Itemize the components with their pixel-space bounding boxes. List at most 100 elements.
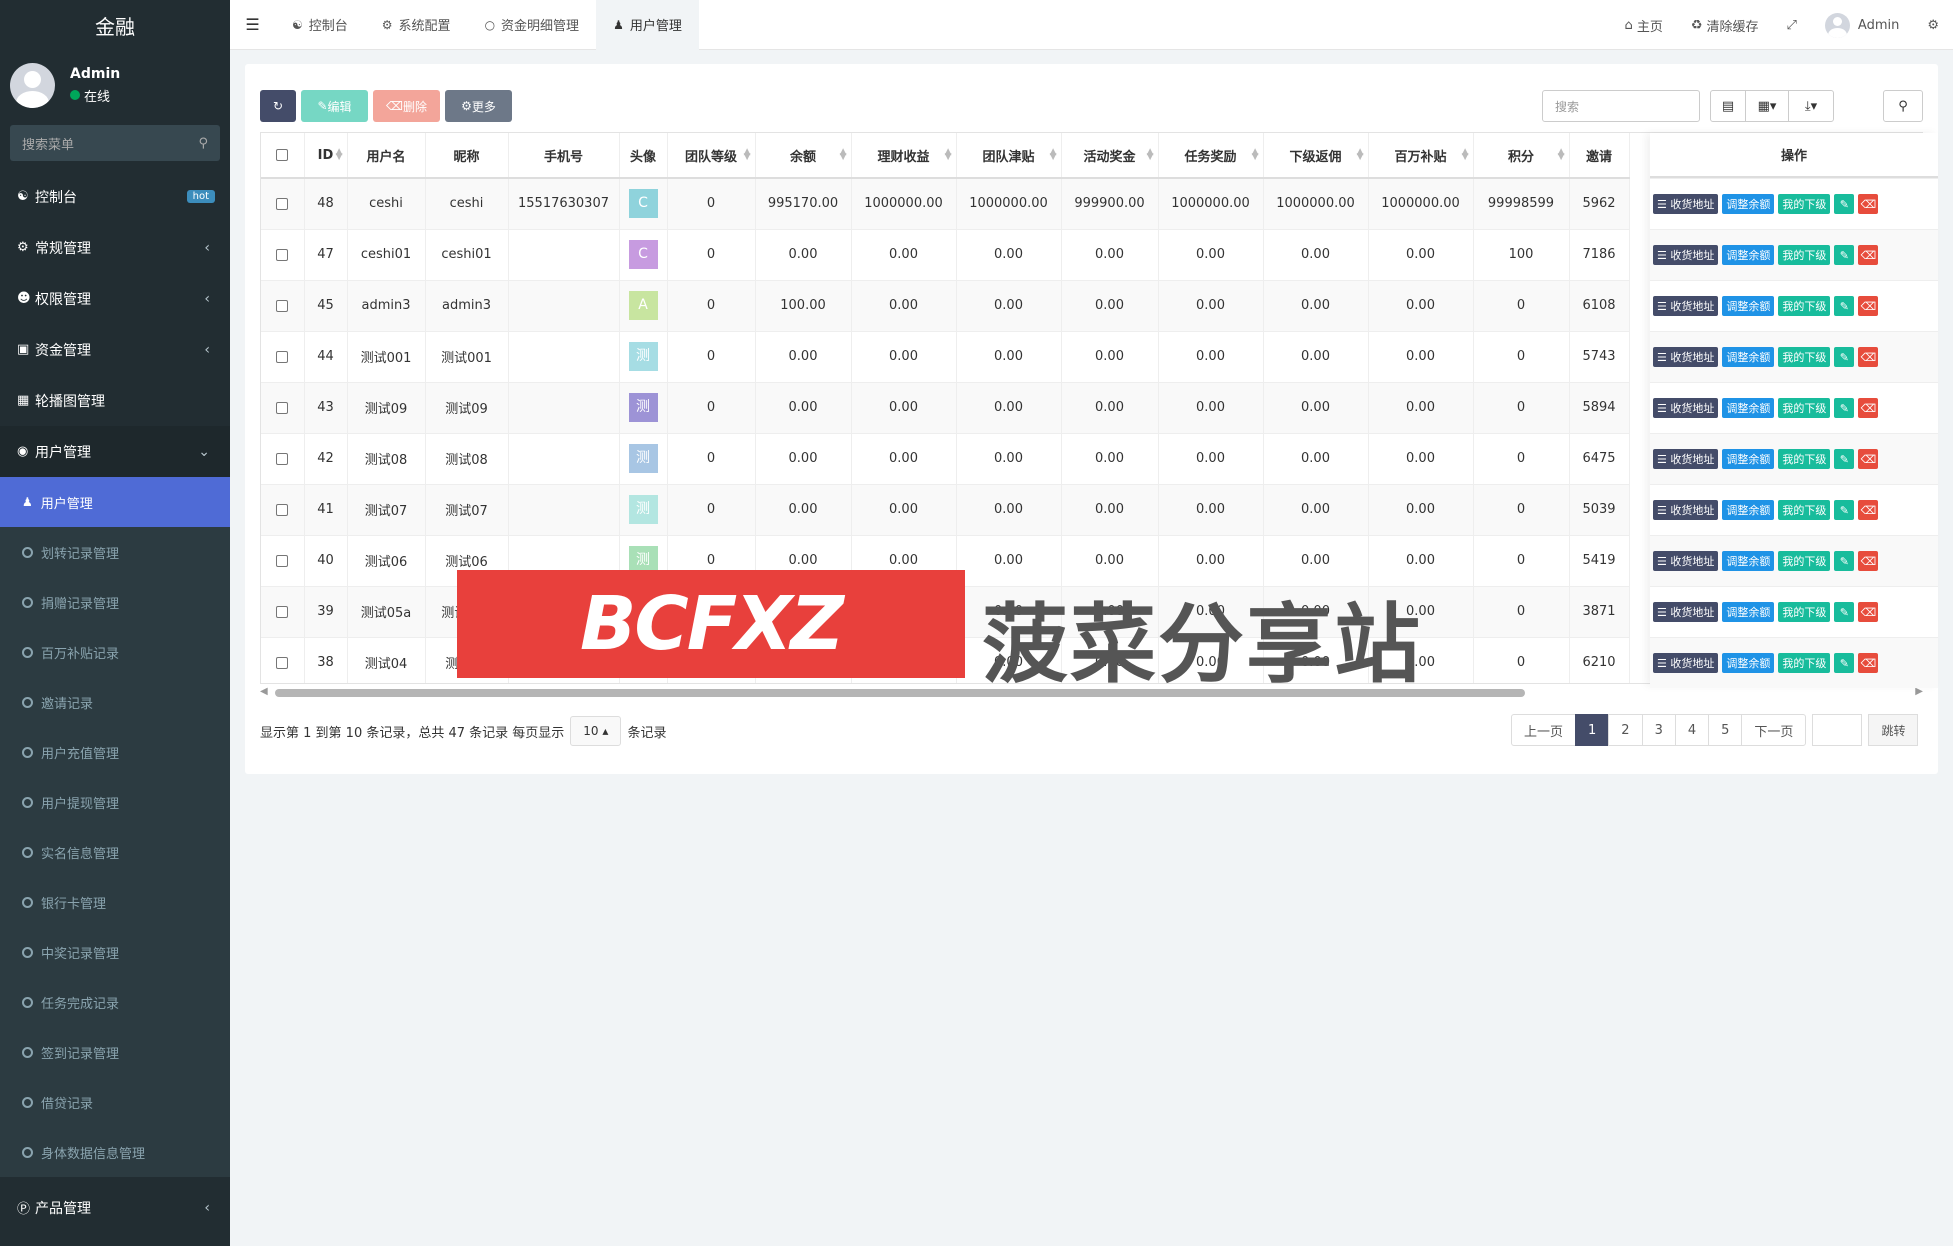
prev-page-button[interactable]: 上一页 [1511, 714, 1577, 746]
edit-pencil-icon[interactable]: ✎ [1834, 500, 1855, 520]
submenu-item-user-manage[interactable]: ♟ 用户管理 [0, 477, 230, 527]
clear-cache-button[interactable]: ♻ 清除缓存 [1677, 16, 1773, 35]
address-button[interactable]: ☰ 收货地址 [1653, 296, 1719, 316]
submenu-item-prize[interactable]: 中奖记录管理 [0, 927, 230, 977]
adjust-balance-button[interactable]: 调整余额 [1722, 602, 1775, 622]
submenu-item-invite[interactable]: 邀请记录 [0, 677, 230, 727]
row-checkbox-cell[interactable] [261, 177, 305, 229]
menu-search-input[interactable]: 搜索菜单 ⚲ [10, 125, 220, 161]
row-checkbox[interactable] [276, 503, 289, 516]
subordinates-button[interactable]: 我的下级 [1778, 449, 1831, 469]
submenu-item-loan[interactable]: 借贷记录 [0, 1077, 230, 1127]
admin-user-menu[interactable]: Admin [1811, 12, 1913, 38]
row-checkbox[interactable] [276, 248, 289, 261]
sort-icon[interactable]: ▲ ▼ [1558, 148, 1565, 162]
page-2-button[interactable]: 2 [1608, 714, 1643, 746]
sort-icon[interactable]: ▲ ▼ [840, 148, 847, 162]
edit-pencil-icon[interactable]: ✎ [1834, 194, 1855, 214]
address-button[interactable]: ☰ 收货地址 [1653, 194, 1719, 214]
edit-pencil-icon[interactable]: ✎ [1834, 653, 1855, 673]
address-button[interactable]: ☰ 收货地址 [1653, 347, 1719, 367]
edit-pencil-icon[interactable]: ✎ [1834, 602, 1855, 622]
sidebar-item-products[interactable]: Ⓟ 产品管理 ‹ [0, 1182, 230, 1233]
sort-icon[interactable]: ▲ ▼ [744, 148, 751, 162]
row-checkbox[interactable] [276, 350, 289, 363]
column-header[interactable]: ID ▲ ▼ [304, 133, 348, 179]
subordinates-button[interactable]: 我的下级 [1778, 602, 1831, 622]
column-header[interactable]: 积分 ▲ ▼ [1473, 133, 1570, 179]
edit-pencil-icon[interactable]: ✎ [1834, 296, 1855, 316]
select-all-checkbox[interactable] [276, 149, 289, 161]
address-button[interactable]: ☰ 收货地址 [1653, 449, 1719, 469]
subordinates-button[interactable]: 我的下级 [1778, 653, 1831, 673]
sidebar-item-general[interactable]: ⚙ 常规管理 ‹ [0, 222, 230, 273]
sort-icon[interactable]: ▲ ▼ [336, 148, 343, 162]
delete-trash-icon[interactable]: ⌫ [1858, 245, 1879, 265]
row-checkbox-cell[interactable] [261, 432, 305, 484]
adjust-balance-button[interactable]: 调整余额 [1722, 551, 1775, 571]
adjust-balance-button[interactable]: 调整余额 [1722, 653, 1775, 673]
edit-pencil-icon[interactable]: ✎ [1834, 347, 1855, 367]
submenu-item-realname[interactable]: 实名信息管理 [0, 827, 230, 877]
row-checkbox-cell[interactable] [261, 483, 305, 535]
menu-toggle-icon[interactable]: ☰ [230, 15, 275, 34]
adjust-balance-button[interactable]: 调整余额 [1722, 347, 1775, 367]
subordinates-button[interactable]: 我的下级 [1778, 296, 1831, 316]
delete-trash-icon[interactable]: ⌫ [1858, 500, 1879, 520]
delete-trash-icon[interactable]: ⌫ [1858, 296, 1879, 316]
row-avatar[interactable]: 测 [628, 342, 658, 371]
row-checkbox[interactable] [276, 299, 289, 312]
columns-icon[interactable]: ▦▾ [1745, 90, 1789, 122]
column-header[interactable]: 任务奖励 ▲ ▼ [1158, 133, 1264, 179]
edit-pencil-icon[interactable]: ✎ [1834, 551, 1855, 571]
adjust-balance-button[interactable]: 调整余额 [1722, 245, 1775, 265]
edit-pencil-icon[interactable]: ✎ [1834, 449, 1855, 469]
tab-fund-details[interactable]: ○ 资金明细管理 [468, 0, 597, 50]
sidebar-item-banner[interactable]: ▦ 轮播图管理 [0, 375, 230, 426]
table-search-input[interactable]: 搜索 [1542, 90, 1700, 122]
page-1-button[interactable]: 1 [1575, 714, 1610, 746]
more-button[interactable]: ⚙ 更多 [445, 90, 512, 122]
row-checkbox[interactable] [276, 605, 289, 618]
adjust-balance-button[interactable]: 调整余额 [1722, 296, 1775, 316]
submenu-item-bankcard[interactable]: 银行卡管理 [0, 877, 230, 927]
page-5-button[interactable]: 5 [1708, 714, 1743, 746]
delete-trash-icon[interactable]: ⌫ [1858, 653, 1879, 673]
sidebar-item-dashboard[interactable]: ☯ 控制台 hot [0, 171, 230, 222]
row-avatar[interactable]: C [628, 240, 658, 269]
subordinates-button[interactable]: 我的下级 [1778, 398, 1831, 418]
adjust-balance-button[interactable]: 调整余额 [1722, 398, 1775, 418]
submenu-item-subsidy[interactable]: 百万补贴记录 [0, 627, 230, 677]
delete-trash-icon[interactable]: ⌫ [1858, 602, 1879, 622]
sort-icon[interactable]: ▲ ▼ [1050, 148, 1057, 162]
row-checkbox[interactable] [276, 554, 289, 567]
row-checkbox-cell[interactable] [261, 636, 305, 683]
submenu-item-transfer[interactable]: 划转记录管理 [0, 527, 230, 577]
row-avatar[interactable]: 测 [628, 393, 658, 422]
tab-system-config[interactable]: ⚙ 系统配置 [365, 0, 468, 50]
row-checkbox[interactable] [276, 656, 289, 669]
column-header[interactable]: 理财收益 ▲ ▼ [851, 133, 957, 179]
sort-icon[interactable]: ▲ ▼ [1462, 148, 1469, 162]
search-icon[interactable]: ⚲ [1883, 90, 1923, 122]
fullscreen-icon[interactable]: ⤢ [1773, 18, 1811, 33]
row-checkbox-cell[interactable] [261, 279, 305, 331]
edit-pencil-icon[interactable]: ✎ [1834, 398, 1855, 418]
address-button[interactable]: ☰ 收货地址 [1653, 500, 1719, 520]
page-size-select[interactable]: 10 ▴ [570, 716, 622, 746]
home-link[interactable]: ⌂ 主页 [1611, 16, 1677, 35]
column-header[interactable]: 团队津贴 ▲ ▼ [956, 133, 1062, 179]
subordinates-button[interactable]: 我的下级 [1778, 551, 1831, 571]
row-checkbox-cell[interactable] [261, 381, 305, 433]
row-checkbox-cell[interactable] [261, 330, 305, 382]
subordinates-button[interactable]: 我的下级 [1778, 500, 1831, 520]
delete-trash-icon[interactable]: ⌫ [1858, 194, 1879, 214]
scroll-left-icon[interactable]: ◀ [260, 686, 268, 697]
address-button[interactable]: ☰ 收货地址 [1653, 245, 1719, 265]
sort-icon[interactable]: ▲ ▼ [1147, 148, 1154, 162]
row-avatar[interactable]: 测 [628, 495, 658, 524]
address-button[interactable]: ☰ 收货地址 [1653, 602, 1719, 622]
sidebar-item-funds[interactable]: ▣ 资金管理 ‹ [0, 324, 230, 375]
column-header[interactable]: 活动奖金 ▲ ▼ [1061, 133, 1159, 179]
row-checkbox[interactable] [276, 401, 289, 414]
